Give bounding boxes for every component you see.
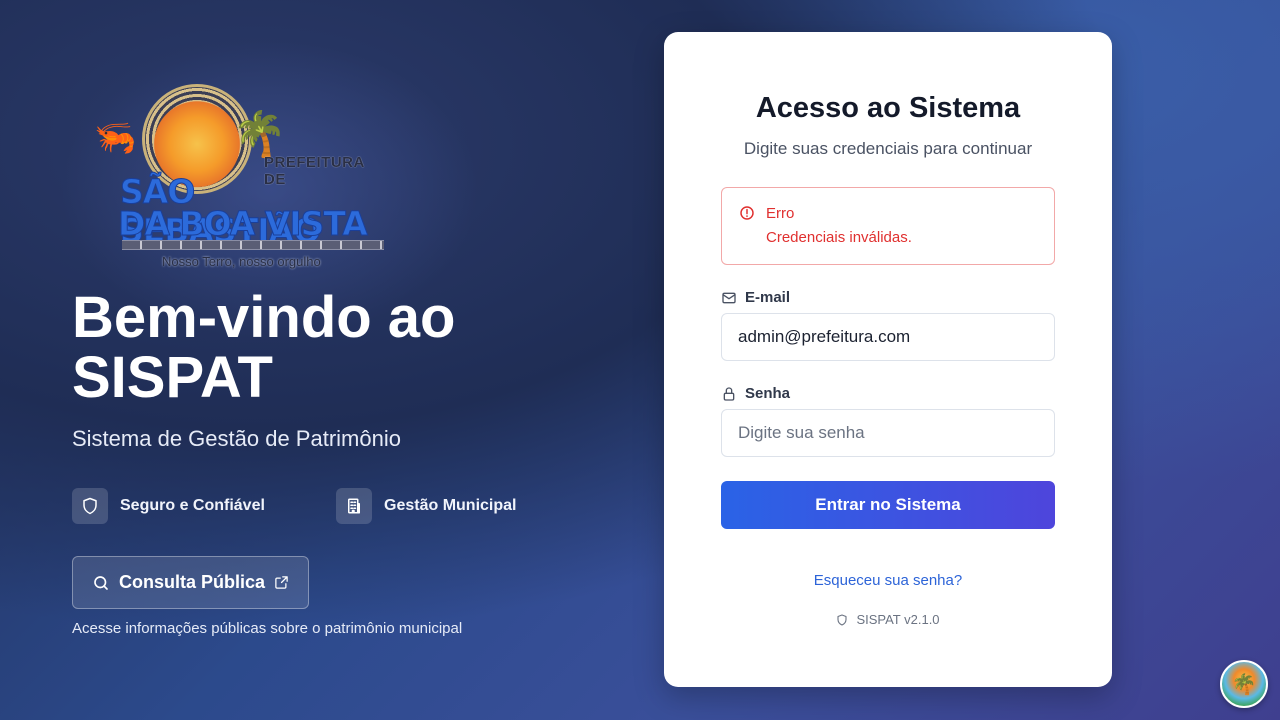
- public-query-note: Acesse informações públicas sobre o patr…: [72, 620, 463, 637]
- welcome-subtitle: Sistema de Gestão de Patrimônio: [72, 426, 401, 451]
- email-label: E-mail: [721, 289, 790, 306]
- feature-label: Seguro e Confiável: [120, 497, 265, 514]
- palm-tree-icon: 🌴: [232, 110, 287, 159]
- logo-band: [122, 240, 384, 250]
- public-query-label: Consulta Pública: [118, 572, 266, 592]
- forgot-password-link[interactable]: Esqueceu sua senha?: [664, 572, 1112, 589]
- login-subtitle: Digite suas credenciais para continuar: [743, 139, 1033, 158]
- error-message: Credenciais inválidas.: [766, 229, 912, 246]
- error-alert: Erro Credenciais inválidas.: [721, 187, 1055, 265]
- password-field[interactable]: [721, 409, 1055, 457]
- login-submit-button[interactable]: Entrar no Sistema: [721, 481, 1055, 529]
- version-text: SISPAT v2.1.0: [856, 612, 940, 627]
- email-label-text: E-mail: [745, 289, 791, 306]
- public-query-button[interactable]: Consulta Pública: [72, 556, 309, 609]
- mail-icon: [722, 292, 736, 303]
- feature-label: Gestão Municipal: [384, 497, 517, 514]
- password-label: Senha: [721, 385, 790, 402]
- alert-circle-icon: [740, 206, 754, 220]
- logo-name-line2: DA BOA VISTA: [118, 204, 369, 244]
- error-title: Erro: [766, 205, 795, 222]
- shrimp-icon: 🦐: [94, 119, 137, 157]
- password-label-text: Senha: [745, 385, 791, 402]
- external-link-icon: [275, 576, 288, 589]
- municipality-logo: 🌴 🦐 PREFEITURA DE SÃO SEBASTIÃO DA BOA V…: [92, 78, 388, 274]
- palm-tree-icon: 🌴: [1231, 673, 1257, 696]
- feature-secure: Seguro e Confiável: [72, 488, 265, 524]
- shield-icon: [72, 488, 108, 524]
- welcome-title: Bem-vindo ao SISPAT: [72, 285, 456, 410]
- login-title: Acesso ao Sistema: [755, 92, 1021, 124]
- feature-municipal: Gestão Municipal: [336, 488, 516, 524]
- email-field[interactable]: [721, 313, 1055, 361]
- search-icon: [94, 575, 108, 590]
- logo-motto: Nosso Terro, nosso orgulho: [162, 254, 321, 269]
- lock-icon: [723, 386, 735, 401]
- floating-logo-button[interactable]: 🌴: [1220, 660, 1268, 708]
- shield-icon: [837, 613, 847, 626]
- version-info: SISPAT v2.1.0: [664, 612, 1112, 627]
- building-icon: [336, 488, 372, 524]
- login-card: Acesso ao Sistema Digite suas credenciai…: [664, 32, 1112, 687]
